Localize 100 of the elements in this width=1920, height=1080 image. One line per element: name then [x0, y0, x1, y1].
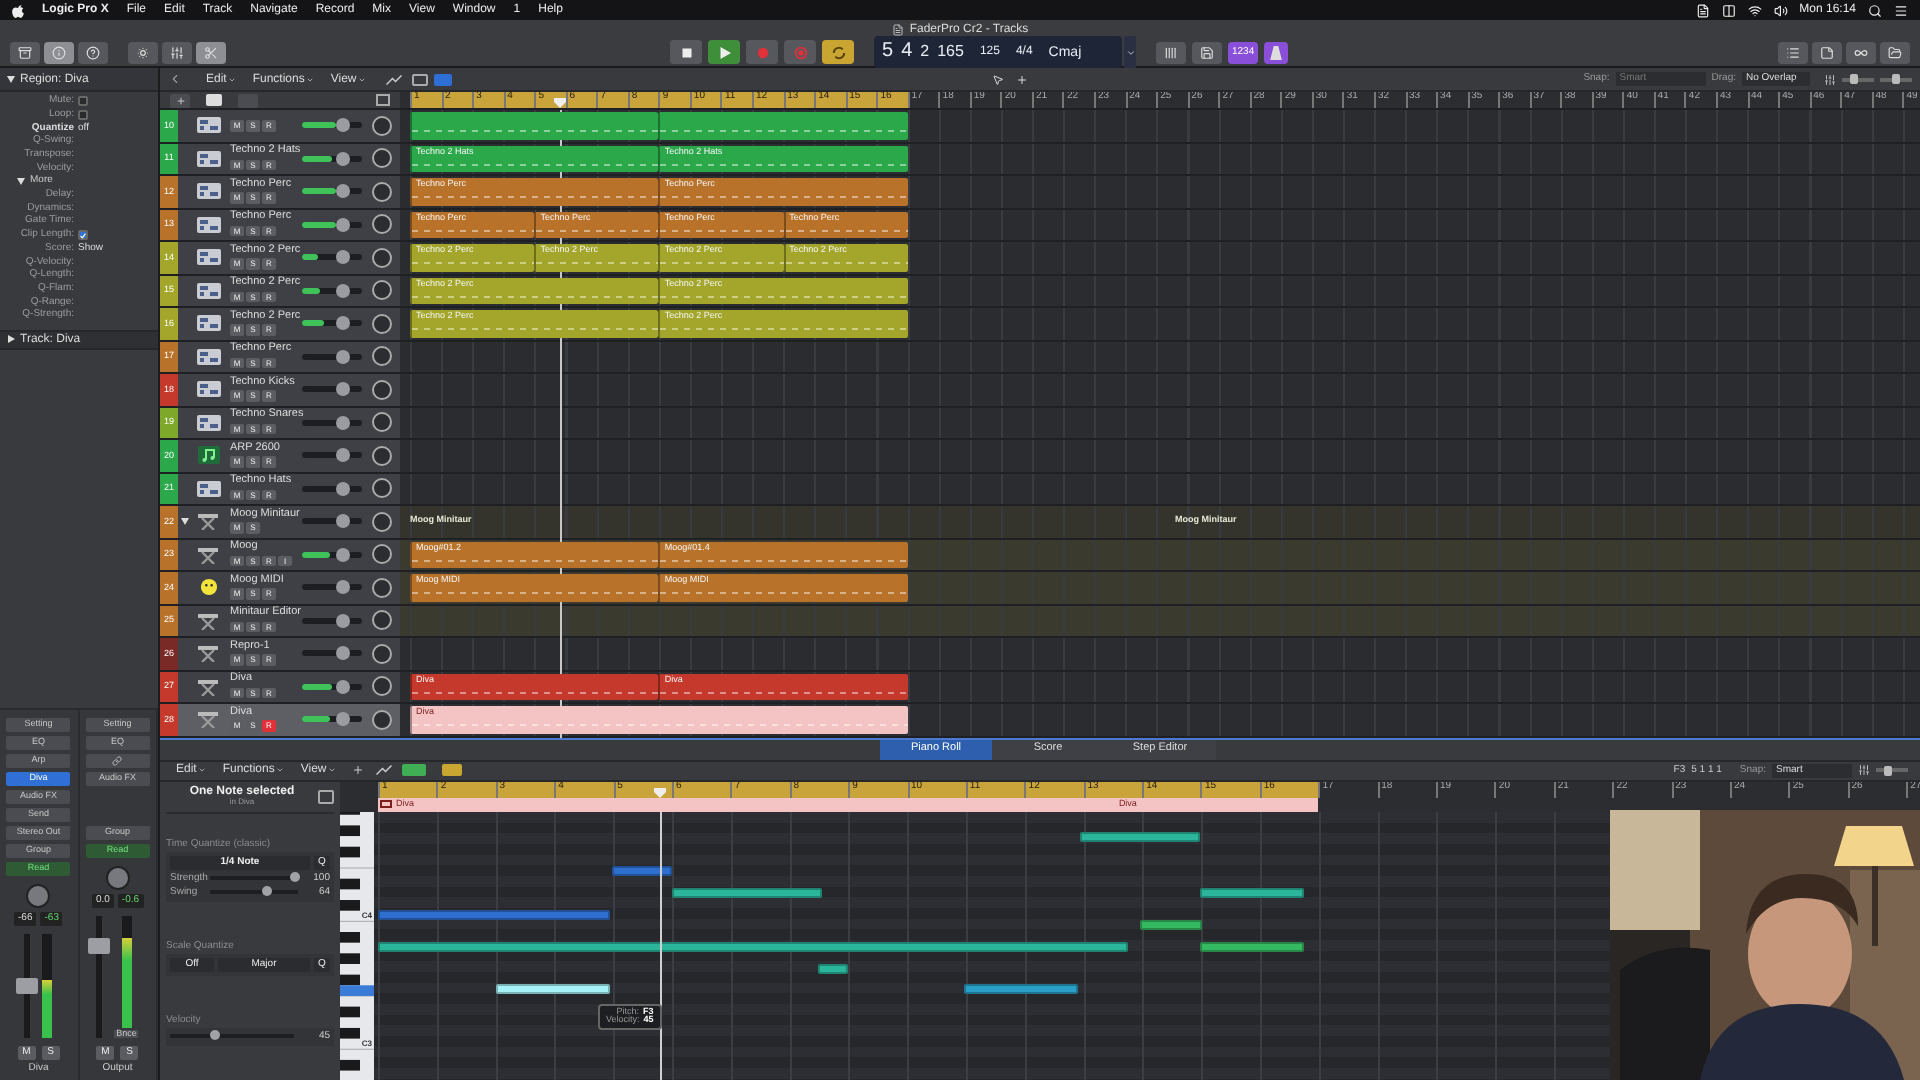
slider-thumb[interactable]: [336, 118, 350, 133]
volume-slider[interactable]: [302, 650, 362, 657]
pan-knob[interactable]: [26, 884, 51, 908]
fader-handle[interactable]: [88, 938, 111, 955]
pan-knob[interactable]: [372, 247, 392, 268]
mixer-button[interactable]: [162, 41, 192, 63]
slider-thumb[interactable]: [1892, 74, 1900, 84]
volume-icon[interactable]: [1773, 3, 1788, 17]
pan-knob[interactable]: [372, 115, 392, 136]
volume-slider[interactable]: [302, 419, 362, 426]
disclosure-triangle-icon[interactable]: [16, 176, 26, 187]
slider-thumb[interactable]: [336, 646, 350, 661]
volume-slider[interactable]: [302, 320, 362, 327]
checkbox[interactable]: [78, 109, 88, 120]
automation-icon[interactable]: [386, 73, 403, 85]
volume-slider[interactable]: [302, 122, 362, 129]
volume-slider[interactable]: [302, 584, 362, 591]
slider-thumb[interactable]: [336, 448, 350, 463]
pan-knob[interactable]: [372, 313, 392, 334]
slider-thumb[interactable]: [1884, 765, 1893, 775]
note-pad-button[interactable]: [1812, 41, 1842, 63]
pan-knob[interactable]: [372, 181, 392, 202]
checkbox[interactable]: [78, 230, 88, 241]
slider-thumb[interactable]: [336, 151, 350, 166]
slider-thumb[interactable]: [336, 712, 350, 727]
volume-slider[interactable]: [302, 254, 362, 261]
loop-icon[interactable]: [380, 799, 392, 807]
catch-button[interactable]: [412, 73, 429, 85]
document-icon[interactable]: [1695, 3, 1710, 17]
link-button[interactable]: [442, 764, 463, 776]
slider-thumb[interactable]: [336, 547, 350, 562]
midi-in-button[interactable]: [402, 764, 427, 776]
slider-thumb[interactable]: [336, 382, 350, 397]
slider-thumb[interactable]: [336, 580, 350, 595]
apple-menu-icon[interactable]: [12, 3, 24, 17]
volume-slider[interactable]: [302, 551, 362, 558]
slider-thumb[interactable]: [336, 283, 350, 298]
pan-knob[interactable]: [372, 643, 392, 664]
slider-thumb[interactable]: [336, 415, 350, 430]
pan-knob[interactable]: [372, 544, 392, 565]
slider-thumb[interactable]: [262, 886, 273, 896]
pan-knob[interactable]: [372, 379, 392, 400]
play-button[interactable]: [708, 40, 740, 64]
pan-knob[interactable]: [372, 709, 392, 730]
back-icon[interactable]: [168, 72, 182, 86]
slider-thumb[interactable]: [336, 613, 350, 628]
metronome-button[interactable]: [1264, 41, 1289, 63]
panel-button[interactable]: [318, 789, 334, 803]
global-tracks-button[interactable]: [376, 94, 390, 106]
pan-knob[interactable]: [372, 445, 392, 466]
slider-thumb[interactable]: [336, 217, 350, 232]
volume-slider[interactable]: [302, 716, 362, 723]
midi-note[interactable]: [612, 866, 672, 876]
volume-slider[interactable]: [302, 485, 362, 492]
columns-icon[interactable]: [1721, 3, 1736, 17]
disclosure-triangle-icon[interactable]: [6, 334, 16, 344]
pan-knob[interactable]: [372, 610, 392, 631]
pointer-tool-icon[interactable]: [992, 73, 1005, 85]
slider-thumb[interactable]: [289, 872, 300, 882]
loop-browser-button[interactable]: [1846, 41, 1876, 63]
checkbox[interactable]: [78, 96, 88, 107]
slider-thumb[interactable]: [1850, 74, 1859, 84]
add-tool-icon[interactable]: [1016, 73, 1029, 85]
list-editors-button[interactable]: [1778, 41, 1808, 63]
volume-slider[interactable]: [302, 353, 362, 360]
pan-knob[interactable]: [372, 676, 392, 697]
volume-slider[interactable]: [302, 287, 362, 294]
slider-thumb[interactable]: [336, 679, 350, 694]
add-icon[interactable]: [352, 764, 365, 776]
volume-slider[interactable]: [302, 386, 362, 393]
help-button[interactable]: [78, 41, 108, 63]
piano-keyboard[interactable]: [340, 811, 374, 1080]
volume-slider[interactable]: [302, 155, 362, 162]
slider-thumb[interactable]: [209, 1030, 220, 1040]
save-button[interactable]: [1192, 41, 1222, 63]
editors-button[interactable]: [196, 41, 226, 63]
menu-icon[interactable]: [1894, 3, 1908, 17]
pan-knob[interactable]: [105, 866, 130, 890]
slider-thumb[interactable]: [336, 481, 350, 496]
slider-thumb[interactable]: [336, 184, 350, 199]
volume-slider[interactable]: [302, 221, 362, 228]
volume-slider[interactable]: [302, 452, 362, 459]
automation-icon[interactable]: [376, 764, 393, 776]
volume-slider[interactable]: [302, 518, 362, 525]
pan-knob[interactable]: [372, 511, 392, 532]
inspector-button[interactable]: [44, 41, 74, 63]
slider-thumb[interactable]: [336, 349, 350, 364]
library-button[interactable]: [10, 41, 40, 63]
volume-slider[interactable]: [302, 617, 362, 624]
pan-knob[interactable]: [372, 577, 392, 598]
pan-knob[interactable]: [372, 478, 392, 499]
volume-slider[interactable]: [302, 683, 362, 690]
sliders-icon[interactable]: [1824, 73, 1836, 85]
wifi-icon[interactable]: [1747, 3, 1762, 17]
pan-knob[interactable]: [372, 148, 392, 169]
slider-thumb[interactable]: [336, 316, 350, 331]
sliders-icon[interactable]: [1858, 764, 1870, 776]
volume-slider[interactable]: [302, 188, 362, 195]
tuner-button[interactable]: [1156, 41, 1186, 63]
smart-controls-button[interactable]: [128, 41, 158, 63]
